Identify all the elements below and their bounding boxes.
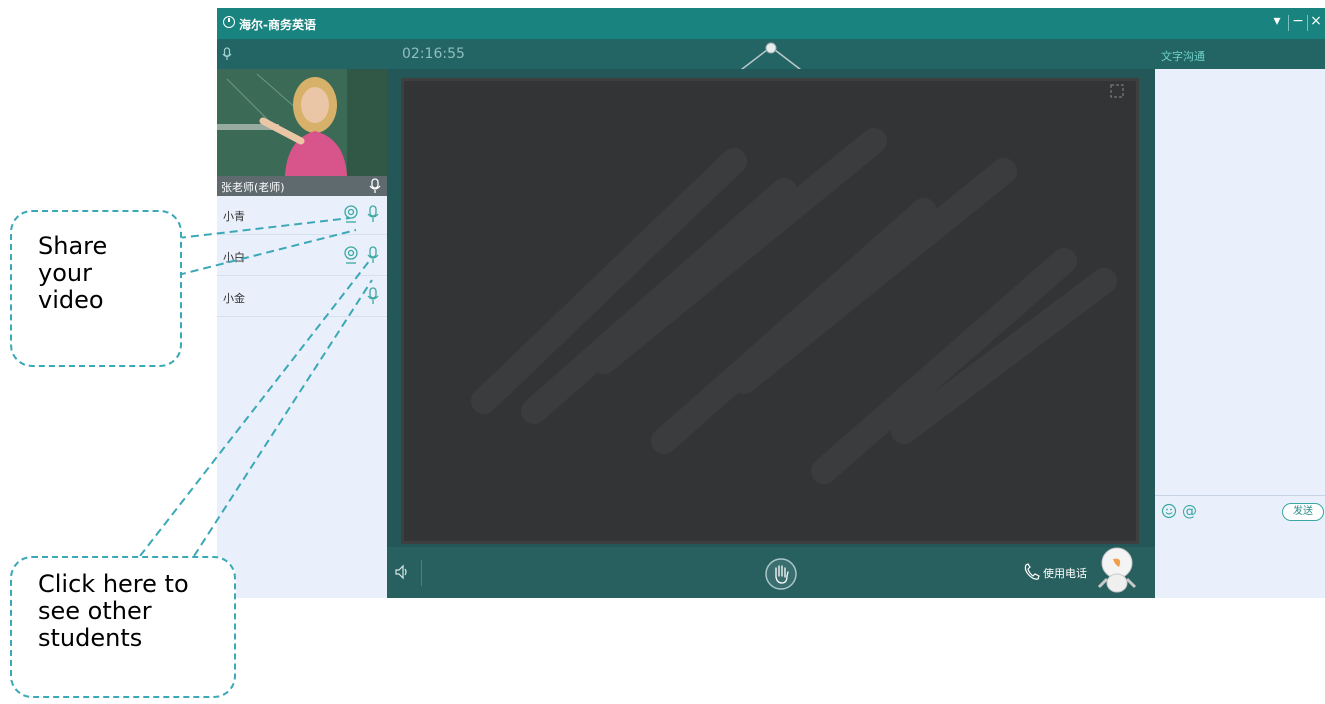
callout-line: Share bbox=[38, 232, 108, 260]
callout-line: students bbox=[38, 624, 143, 652]
callout-line: your bbox=[38, 259, 92, 287]
callout-line: video bbox=[38, 286, 104, 314]
callout-other-students: Click here to see other students bbox=[10, 556, 236, 698]
callout-share-video: Share your video bbox=[10, 210, 182, 367]
callout-line: see other bbox=[38, 597, 152, 625]
callout-line: Click here to bbox=[38, 570, 189, 598]
